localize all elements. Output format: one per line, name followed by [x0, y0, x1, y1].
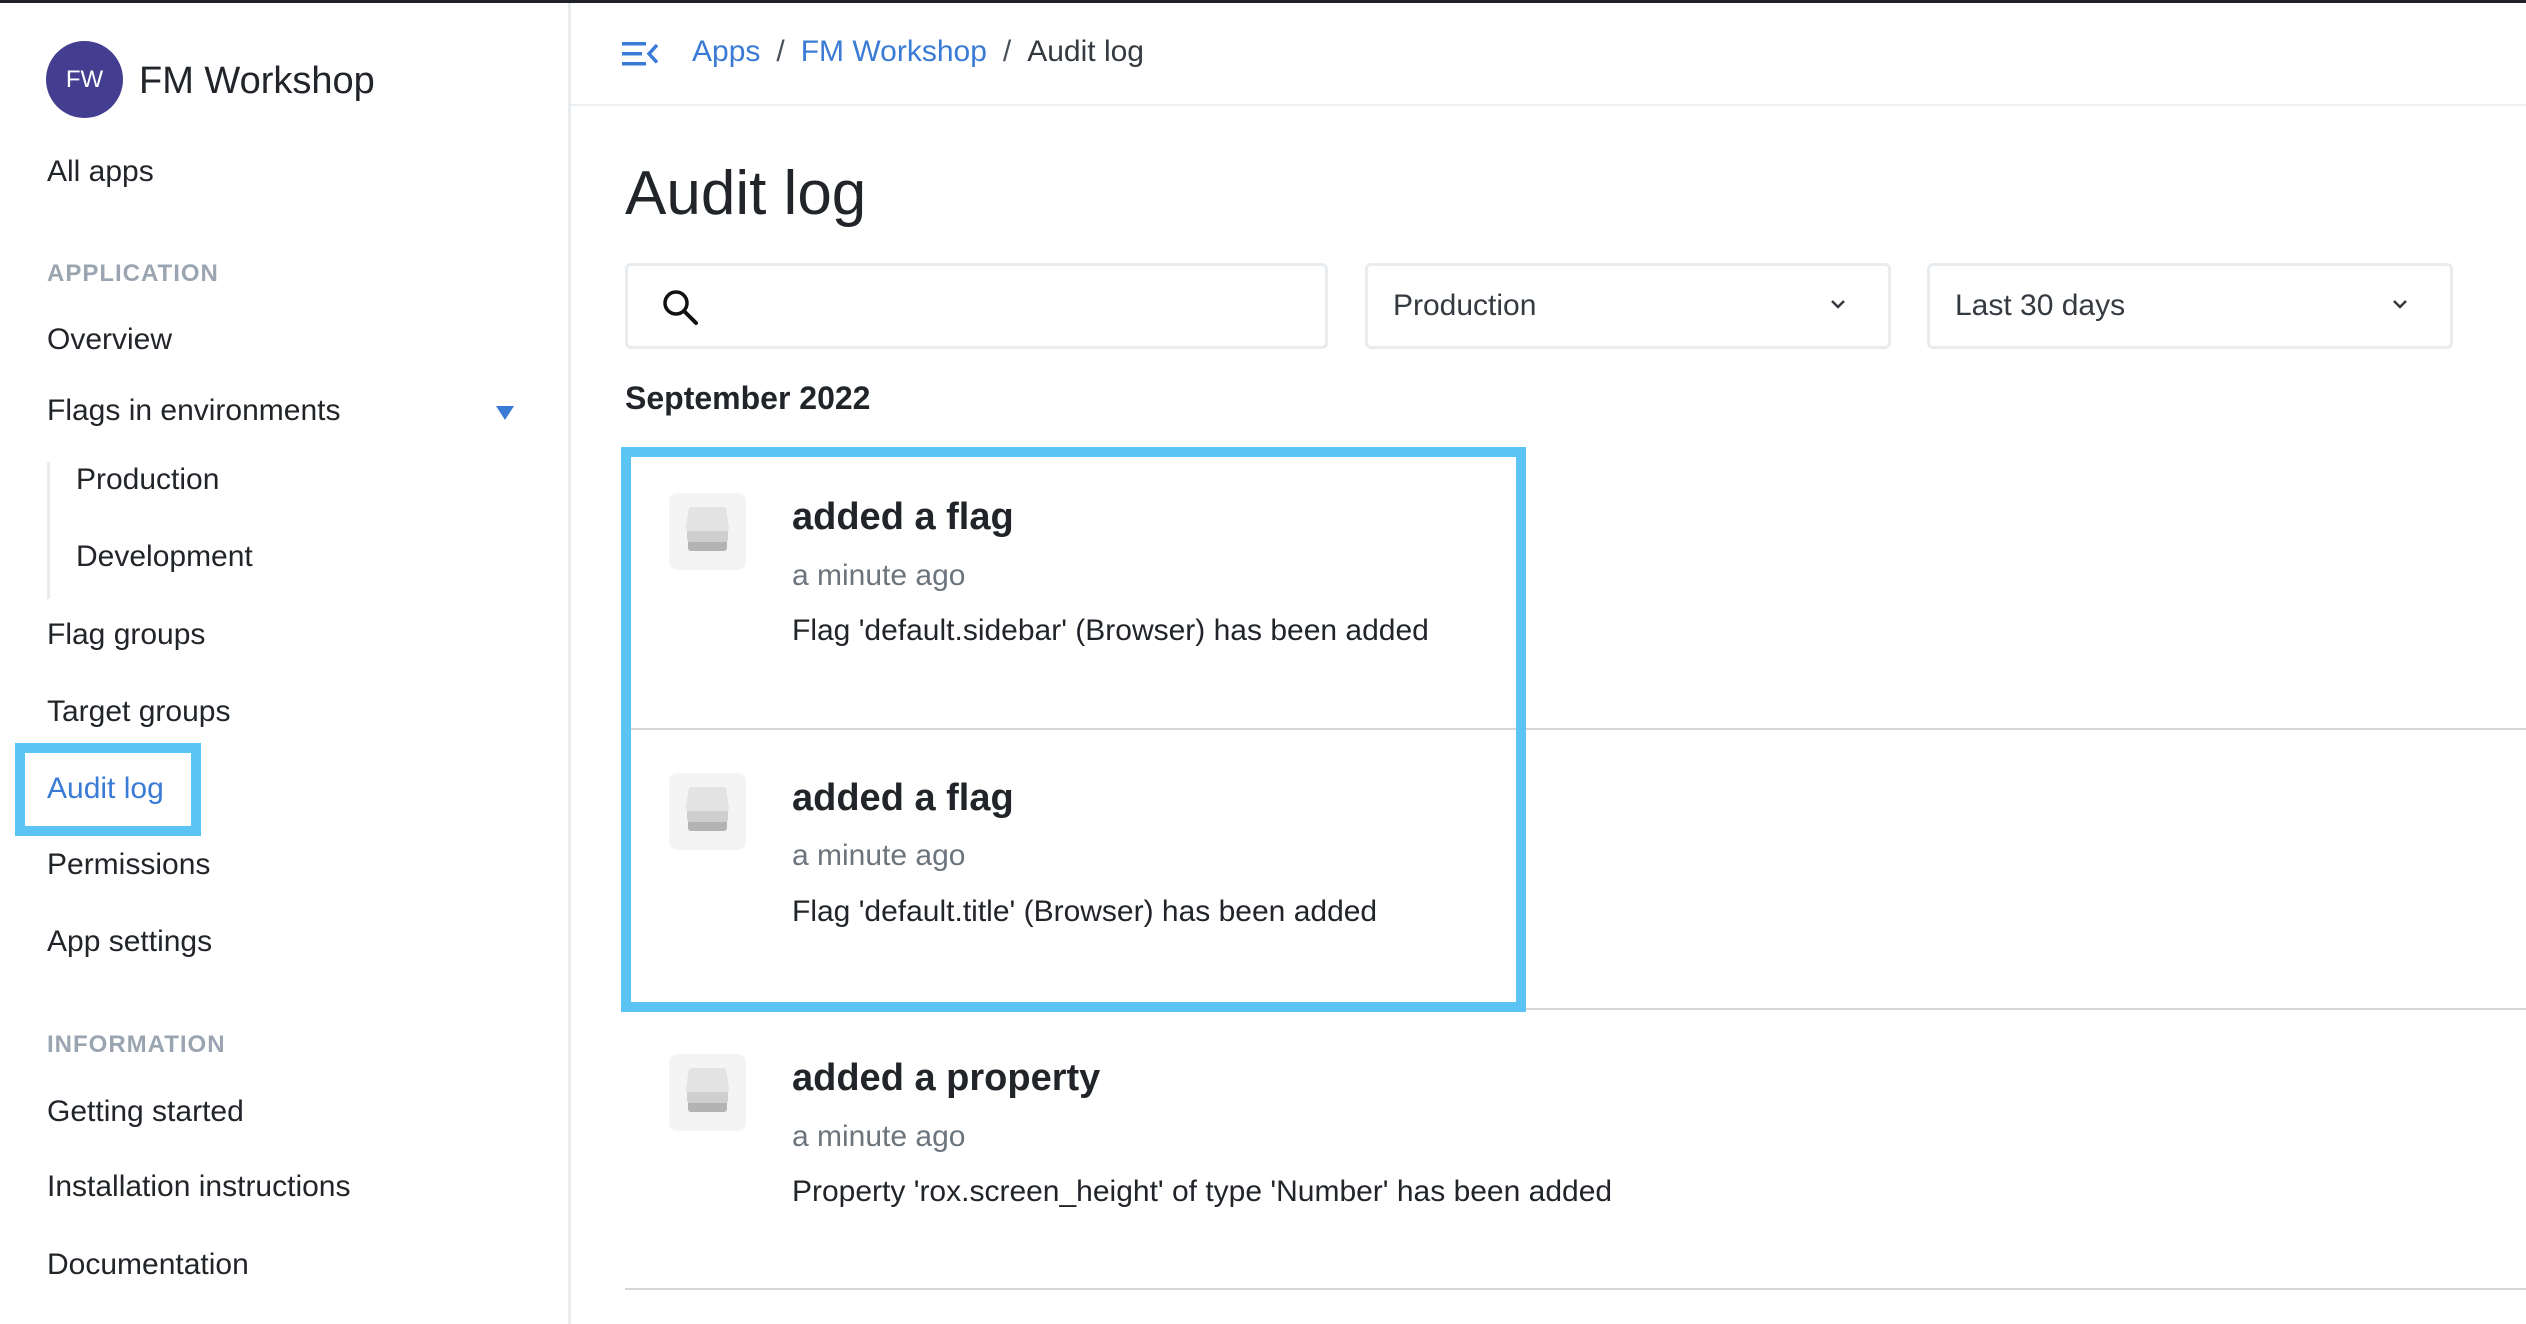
stack-icon	[686, 1068, 729, 1112]
entry-divider	[625, 1288, 2526, 1290]
sidebar-item-overview[interactable]: Overview	[47, 320, 172, 360]
top-header: Apps / FM Workshop / Audit log	[571, 3, 2526, 106]
collapse-menu-icon[interactable]	[622, 41, 658, 67]
date-range-select[interactable]: Last 30 days	[1927, 263, 2453, 349]
sidebar-item-installation-instructions[interactable]: Installation instructions	[47, 1167, 351, 1207]
app-avatar[interactable]: FW	[46, 41, 123, 118]
entry-icon-box	[669, 1054, 746, 1131]
sidebar-item-all-apps[interactable]: All apps	[47, 152, 154, 192]
breadcrumb-separator: /	[1002, 35, 1012, 68]
breadcrumb: Apps / FM Workshop / Audit log	[692, 32, 1144, 72]
environment-select-value: Production	[1393, 289, 1537, 322]
breadcrumb-separator: /	[776, 35, 785, 68]
sidebar-item-flag-groups[interactable]: Flag groups	[47, 615, 205, 655]
month-heading: September 2022	[625, 380, 871, 416]
breadcrumb-current: Audit log	[1027, 35, 1144, 68]
search-field[interactable]	[625, 263, 1328, 349]
entry-description: Property 'rox.screen_height' of type 'Nu…	[792, 1175, 1613, 1208]
caret-down-icon[interactable]	[496, 406, 514, 420]
breadcrumb-fm-workshop[interactable]: FM Workshop	[801, 35, 987, 68]
avatar-initials: FW	[65, 65, 104, 93]
submenu-guide-line	[47, 462, 50, 599]
sidebar-item-target-groups[interactable]: Target groups	[47, 692, 230, 732]
sidebar-item-getting-started[interactable]: Getting started	[47, 1092, 244, 1132]
sidebar: FW FM Workshop All apps APPLICATION Over…	[0, 3, 571, 1324]
sidebar-item-documentation[interactable]: Documentation	[47, 1245, 249, 1285]
sidebar-item-flags-in-environments[interactable]: Flags in environments	[47, 391, 340, 431]
sidebar-item-production[interactable]: Production	[76, 460, 219, 500]
audit-entry[interactable]: added a property a minute ago Property '…	[625, 1010, 2526, 1288]
sidebar-section-application: APPLICATION	[47, 260, 219, 287]
date-range-select-value: Last 30 days	[1955, 289, 2126, 322]
sidebar-item-permissions[interactable]: Permissions	[47, 845, 210, 885]
sidebar-item-app-settings[interactable]: App settings	[47, 922, 212, 962]
entry-time: a minute ago	[792, 1120, 966, 1153]
chevron-down-icon	[2393, 300, 2407, 309]
entry-title: added a property	[792, 1057, 1101, 1099]
breadcrumb-apps[interactable]: Apps	[692, 35, 760, 68]
chevron-down-icon	[1831, 300, 1845, 309]
page-title: Audit log	[625, 159, 867, 228]
search-input[interactable]	[718, 276, 1302, 338]
search-icon	[663, 290, 698, 325]
environment-select[interactable]: Production	[1365, 263, 1891, 349]
highlight-annotation-entries	[621, 447, 1526, 1012]
highlight-annotation-sidebar	[15, 743, 201, 836]
sidebar-section-information: INFORMATION	[47, 1031, 226, 1058]
sidebar-item-development[interactable]: Development	[76, 537, 253, 577]
app-name[interactable]: FM Workshop	[139, 58, 375, 104]
